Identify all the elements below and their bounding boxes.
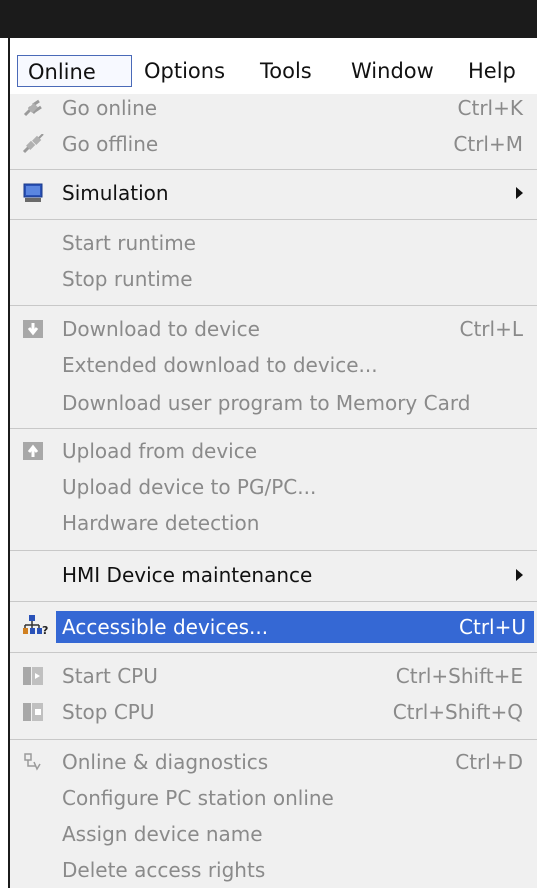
menu-item-assign-device-name[interactable]: Assign device name	[10, 816, 537, 852]
menu-item-upload-device-pgpc[interactable]: Upload device to PG/PC...	[10, 469, 537, 505]
go-offline-icon	[22, 134, 44, 154]
menu-item-online-diagnostics[interactable]: Online & diagnostics Ctrl+D	[10, 744, 537, 780]
menu-item-shortcut: Ctrl+D	[455, 750, 523, 774]
online-menu-dropdown: Go online Ctrl+K Go offline Ctrl+M Simul…	[8, 94, 537, 888]
menu-item-shortcut: Ctrl+K	[457, 96, 523, 120]
menu-help[interactable]: Help	[458, 55, 537, 87]
menu-window[interactable]: Window	[341, 55, 453, 87]
menu-item-go-online[interactable]: Go online Ctrl+K	[10, 90, 537, 126]
title-bar	[0, 0, 537, 38]
menu-item-download-to-device[interactable]: Download to device Ctrl+L	[10, 311, 537, 347]
menu-item-label: Simulation	[62, 181, 169, 205]
menu-item-label: Download to device	[62, 317, 260, 341]
menu-item-label: HMI Device maintenance	[62, 563, 313, 587]
svg-text:?: ?	[42, 624, 48, 636]
go-online-icon	[23, 99, 42, 117]
menu-bar: Online Options Tools Window Help	[8, 38, 537, 94]
download-icon	[23, 320, 43, 338]
menu-item-label: Go online	[62, 96, 158, 120]
menu-item-shortcut: Ctrl+L	[459, 317, 524, 341]
menu-item-label: Start CPU	[62, 664, 158, 688]
menu-item-stop-runtime[interactable]: Stop runtime	[10, 261, 537, 297]
menu-item-go-offline[interactable]: Go offline Ctrl+M	[10, 126, 537, 162]
menu-separator	[10, 169, 537, 170]
menu-item-upload-from-device[interactable]: Upload from device	[10, 433, 537, 469]
menu-item-hmi-device-maintenance[interactable]: HMI Device maintenance	[10, 557, 537, 593]
menu-item-label: Upload from device	[62, 439, 258, 463]
menu-item-download-user-program[interactable]: Download user program to Memory Card	[10, 385, 537, 421]
upload-icon	[23, 442, 43, 460]
menu-item-label: Delete access rights	[62, 858, 266, 882]
menu-separator	[10, 550, 537, 551]
menu-item-label: Start runtime	[62, 231, 196, 255]
menu-item-label: Extended download to device...	[62, 353, 378, 377]
menu-item-label: Online & diagnostics	[62, 750, 269, 774]
menu-item-label: Stop CPU	[62, 700, 155, 724]
menu-item-start-runtime[interactable]: Start runtime	[10, 225, 537, 261]
menu-tools[interactable]: Tools	[250, 55, 332, 87]
menu-separator	[10, 601, 537, 602]
menu-item-shortcut: Ctrl+U	[459, 615, 526, 639]
accessible-devices-icon: ?	[23, 615, 48, 636]
menu-separator	[10, 219, 537, 220]
submenu-arrow-icon	[516, 569, 523, 581]
diagnostics-icon	[24, 753, 41, 771]
menu-item-label: Assign device name	[62, 822, 263, 846]
menu-item-shortcut: Ctrl+Shift+Q	[392, 700, 523, 724]
menu-item-accessible-devices[interactable]: Accessible devices... Ctrl+U	[56, 611, 534, 643]
menu-item-extended-download[interactable]: Extended download to device...	[10, 347, 537, 383]
menu-item-label: Download user program to Memory Card	[62, 391, 471, 415]
simulation-icon	[23, 183, 43, 202]
menu-item-label: Hardware detection	[62, 511, 260, 535]
menu-options[interactable]: Options	[134, 55, 242, 87]
menu-item-label: Upload device to PG/PC...	[62, 475, 317, 499]
menu-separator	[10, 652, 537, 653]
menu-item-label: Accessible devices...	[62, 615, 269, 639]
submenu-arrow-icon	[516, 187, 523, 199]
menu-item-delete-access-rights[interactable]: Delete access rights	[10, 852, 537, 888]
menu-item-stop-cpu[interactable]: Stop CPU Ctrl+Shift+Q	[10, 694, 537, 730]
menu-item-simulation[interactable]: Simulation	[10, 175, 537, 211]
stop-cpu-icon	[23, 703, 43, 721]
menu-item-shortcut: Ctrl+Shift+E	[395, 664, 523, 688]
menu-online[interactable]: Online	[17, 55, 132, 87]
menu-item-label: Configure PC station online	[62, 786, 334, 810]
menu-separator	[10, 305, 537, 306]
menu-item-configure-pc-station[interactable]: Configure PC station online	[10, 780, 537, 816]
menu-item-hardware-detection[interactable]: Hardware detection	[10, 505, 537, 541]
menu-separator	[10, 739, 537, 740]
menu-item-shortcut: Ctrl+M	[453, 132, 523, 156]
start-cpu-icon	[23, 667, 43, 685]
menu-item-start-cpu[interactable]: Start CPU Ctrl+Shift+E	[10, 658, 537, 694]
menu-item-label: Stop runtime	[62, 267, 193, 291]
menu-item-label: Go offline	[62, 132, 159, 156]
menu-separator	[10, 428, 537, 429]
